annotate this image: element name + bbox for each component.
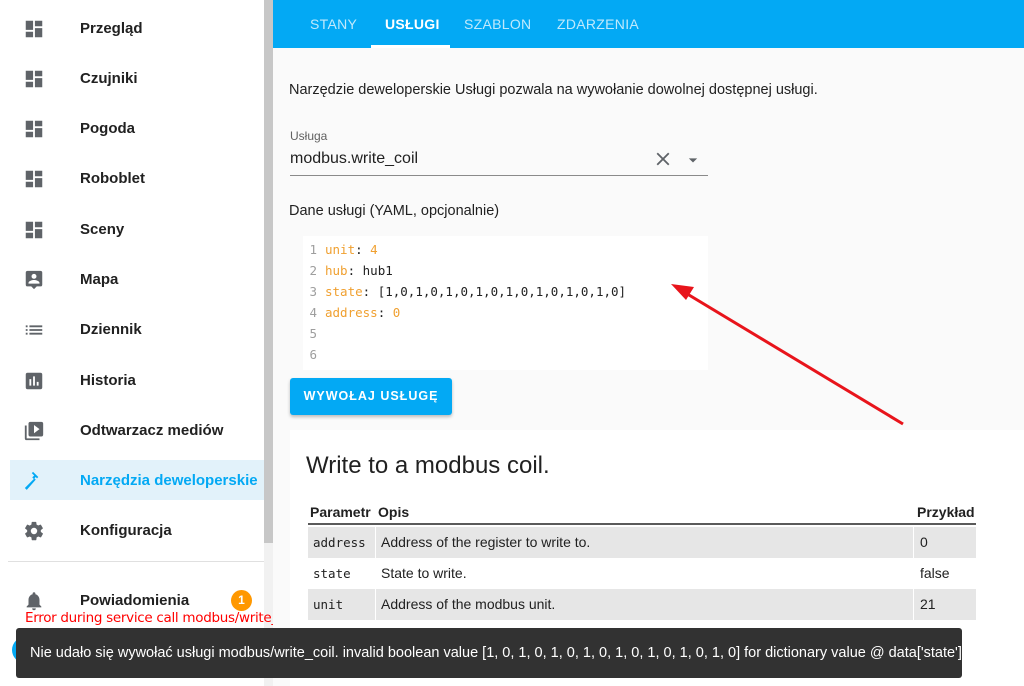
code-line: unit: 4 (325, 242, 378, 257)
sidebar-item-label: Przegląd (80, 19, 143, 37)
yaml-colon: : (347, 263, 363, 278)
chevron-down-icon[interactable] (683, 150, 703, 170)
code-line: hub: hub1 (325, 263, 393, 278)
column-header-description: Opis (378, 504, 410, 520)
service-field-label: Usługa (290, 129, 328, 143)
header-rule (308, 523, 976, 525)
sidebar-item-media-player[interactable]: Odtwarzacz mediów (10, 410, 264, 450)
line-number: 1 (309, 242, 317, 257)
dashboard-icon (25, 70, 43, 88)
example-cell: 0 (920, 534, 928, 550)
yaml-colon: : (362, 284, 378, 299)
sidebar: Przegląd Czujniki Pogoda Roboblet Sceny … (0, 0, 264, 686)
line-number: 3 (309, 284, 317, 299)
dashboard-icon (25, 120, 43, 138)
yaml-key: hub (325, 263, 348, 278)
description-cell: State to write. (381, 565, 467, 581)
line-number: 2 (309, 263, 317, 278)
dashboard-icon (25, 221, 43, 239)
chart-box-icon (25, 372, 43, 390)
intro-text: Narzędzie deweloperskie Usługi pozwala n… (289, 82, 818, 98)
sidebar-item-overview[interactable]: Przegląd (10, 8, 264, 48)
tab-services[interactable]: USŁUGI (385, 0, 440, 48)
yaml-key: address (325, 305, 378, 320)
tab-events[interactable]: ZDARZENIA (557, 0, 639, 48)
sidebar-item-map[interactable]: Mapa (10, 259, 264, 299)
param-cell: address (313, 535, 366, 550)
sidebar-item-label: Sceny (80, 220, 125, 238)
service-input-underline (290, 175, 708, 176)
card-title: Write to a modbus coil. (306, 452, 550, 479)
line-number: 6 (309, 347, 317, 362)
code-line: state: [1,0,1,0,1,0,1,0,1,0,1,0,1,0,1,0] (325, 284, 626, 299)
sidebar-item-weather[interactable]: Pogoda (10, 108, 264, 148)
yaml-key: unit (325, 242, 356, 257)
sidebar-item-label: Dziennik (80, 320, 142, 338)
bell-icon (26, 592, 42, 611)
list-icon (25, 325, 43, 335)
sidebar-item-label: Powiadomienia (80, 591, 190, 609)
column-header-parameter: Parametr (310, 504, 371, 520)
service-call-error-text: Error during service call modbus/write_c… (25, 610, 312, 626)
yaml-field-label: Dane usługi (YAML, opcjonalnie) (289, 203, 500, 219)
yaml-value: 0 (392, 305, 401, 320)
gear-icon (25, 521, 43, 541)
tab-states[interactable]: STANY (310, 0, 357, 48)
column-separator (375, 527, 376, 558)
yaml-colon: : (377, 305, 393, 320)
sidebar-item-logbook[interactable]: Dziennik (10, 309, 264, 349)
table-row: state State to write. false (308, 558, 976, 589)
yaml-key: state (325, 284, 363, 299)
hammer-icon (24, 471, 39, 490)
sidebar-item-label: Historia (80, 371, 136, 389)
call-service-button[interactable]: WYWOŁAJ USŁUGĘ (290, 378, 452, 415)
table-row: unit Address of the modbus unit. 21 (308, 589, 976, 620)
notification-count-badge: 1 (231, 590, 252, 611)
sidebar-item-label: Roboblet (80, 169, 145, 187)
sidebar-item-developer-tools[interactable]: Narzędzia deweloperskie (10, 460, 264, 500)
yaml-value: [1,0,1,0,1,0,1,0,1,0,1,0,1,0,1,0] (377, 284, 627, 299)
clear-icon[interactable] (652, 148, 674, 170)
account-box-icon (25, 270, 43, 290)
column-separator (375, 589, 376, 620)
param-cell: unit (313, 597, 344, 612)
sidebar-item-sensors[interactable]: Czujniki (10, 58, 264, 98)
error-snackbar: Nie udało się wywołać usługi modbus/writ… (16, 628, 962, 678)
line-number: 4 (309, 305, 317, 320)
yaml-value: 4 (370, 242, 378, 257)
sidebar-item-label: Mapa (80, 270, 119, 288)
line-number: 5 (309, 326, 317, 341)
dashboard-icon (25, 20, 43, 38)
yaml-value: hub1 (362, 263, 393, 278)
yaml-colon: : (355, 242, 371, 257)
sidebar-item-label: Konfiguracja (80, 521, 172, 539)
sidebar-item-label: Pogoda (80, 119, 135, 137)
column-separator (913, 527, 914, 558)
sidebar-divider (8, 561, 264, 562)
description-cell: Address of the modbus unit. (381, 596, 556, 612)
sidebar-item-label: Odtwarzacz mediów (80, 421, 224, 439)
example-cell: false (920, 565, 950, 581)
column-separator (913, 589, 914, 620)
sidebar-item-roboblet[interactable]: Roboblet (10, 158, 264, 198)
sidebar-item-label: Narzędzia deweloperskie (80, 471, 258, 489)
column-header-example: Przykład (917, 504, 975, 520)
sidebar-item-label: Czujniki (80, 69, 138, 87)
sidebar-item-scenes[interactable]: Sceny (10, 209, 264, 249)
dashboard-icon (25, 170, 43, 188)
description-cell: Address of the register to write to. (381, 534, 591, 550)
service-input[interactable]: modbus.write_coil (290, 150, 418, 168)
param-cell: state (313, 566, 351, 581)
tab-template[interactable]: SZABLON (464, 0, 531, 48)
example-cell: 21 (920, 596, 936, 612)
sidebar-item-configuration[interactable]: Konfiguracja (10, 510, 264, 550)
yaml-code-editor[interactable]: 1 2 3 4 5 6 unit: 4 hub: hub1 state: [1,… (303, 236, 708, 370)
sidebar-item-history[interactable]: Historia (10, 360, 264, 400)
play-box-icon (24, 421, 44, 441)
top-tab-bar: STANY USŁUGI SZABLON ZDARZENIA (273, 0, 1024, 48)
table-row: address Address of the register to write… (308, 527, 976, 558)
code-line: address: 0 (325, 305, 400, 320)
sidebar-scrollbar-thumb[interactable] (264, 0, 273, 543)
